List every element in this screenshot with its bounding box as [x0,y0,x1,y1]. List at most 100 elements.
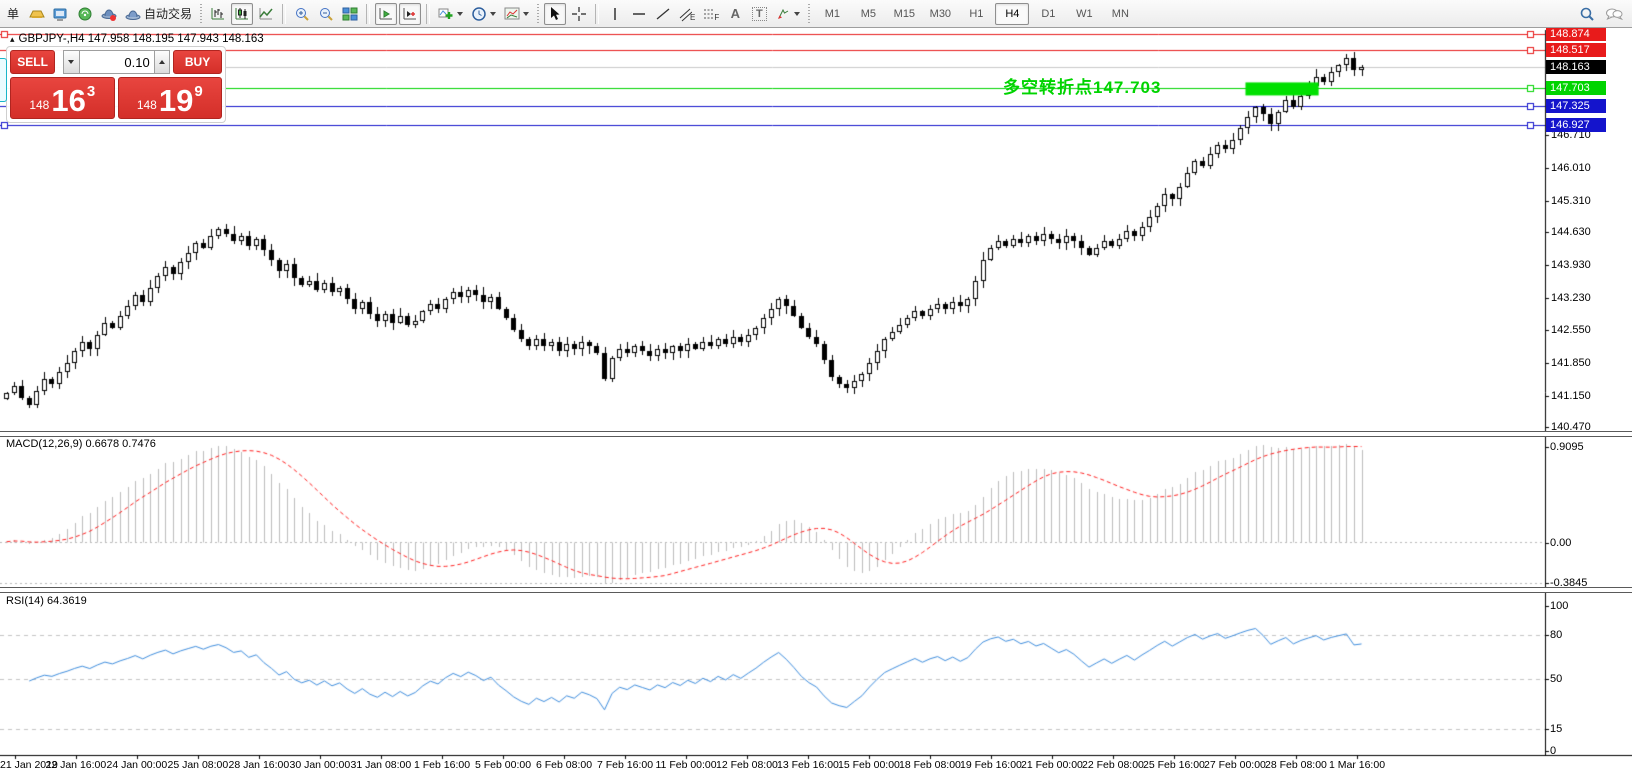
volume-increase-button[interactable] [154,50,170,74]
toolbar-separator [426,4,430,24]
time-tick-label: 1 Mar 16:00 [1329,759,1385,771]
time-tick-label: 5 Feb 00:00 [475,759,531,771]
new-order-button[interactable]: 单 [2,3,24,25]
add-indicator-icon [438,6,454,22]
crosshair-button[interactable] [568,3,590,25]
templates-button[interactable] [501,3,532,25]
search-button[interactable] [1576,3,1598,25]
trade-panel-collapse-tab[interactable] [0,58,7,102]
timeframe-button-H4[interactable]: H4 [995,3,1029,25]
timeframe-button-D1[interactable]: D1 [1031,3,1065,25]
autotrade-button[interactable]: 自动交易 [122,3,195,25]
timeframe-button-H1[interactable]: H1 [959,3,993,25]
vertical-line-button[interactable] [604,3,626,25]
time-tick-label: 13 Feb 16:00 [777,759,839,771]
macd-tick-label: 0.00 [1550,537,1571,549]
arrows-tool-button[interactable] [772,3,803,25]
timeframe-button-M15[interactable]: M15 [887,3,921,25]
equidistant-channel-button[interactable]: E [676,3,698,25]
indicators-button[interactable] [435,3,466,25]
fibonacci-button[interactable]: F [700,3,722,25]
dropdown-caret [490,12,496,16]
gold-symbol-button[interactable] [26,3,48,25]
tile-windows-icon [342,6,358,22]
panel-splitter-macd[interactable] [0,431,1632,437]
zoom-out-button[interactable] [315,3,337,25]
zoom-in-button[interactable] [291,3,313,25]
sell-price-big: 16 [51,86,85,116]
time-tick-label: 15 Feb 00:00 [838,759,900,771]
trendline-button[interactable] [652,3,674,25]
buy-button[interactable]: BUY [173,50,222,74]
time-tick-label: 31 Jan 08:00 [351,759,412,771]
sell-price-prefix: 148 [29,98,49,112]
sell-price-box[interactable]: 148 16 3 [10,77,115,119]
text-tool-glyph: A [731,6,740,21]
toolbar-grip[interactable] [536,4,540,24]
timeframe-button-M5[interactable]: M5 [851,3,885,25]
panel-splitter-rsi[interactable] [0,587,1632,593]
sell-button[interactable]: SELL [10,50,55,74]
timeframe-button-M30[interactable]: M30 [923,3,957,25]
volume-decrease-button[interactable] [63,50,79,74]
macd-tick-label: 0.9095 [1550,441,1584,453]
new-order-label: 单 [7,5,19,22]
price-line-badge: 147.703 [1546,81,1606,95]
rsi-indicator-label: RSI(14) 64.3619 [6,595,87,607]
dropdown-caret [457,12,463,16]
crosshair-icon [571,6,587,22]
expert-hat-button[interactable] [98,3,120,25]
bar-chart-icon [210,6,226,22]
chart-title: ▴GBPJPY-,H4 147.958 148.195 147.943 148.… [10,33,264,45]
price-tick-label: 142.550 [1551,324,1591,336]
dropdown-caret [523,12,529,16]
price-line-badge: 147.325 [1546,99,1606,113]
periods-button[interactable] [468,3,499,25]
search-icon [1579,6,1595,22]
cursor-button[interactable] [544,3,566,25]
chevron-down-icon [68,60,74,64]
price-tick-label: 143.930 [1551,259,1591,271]
terminal-icon [53,6,69,22]
autoscroll-button[interactable] [375,3,397,25]
time-tick-label: 25 Jan 08:00 [168,759,229,771]
bar-chart-button[interactable] [207,3,229,25]
time-tick-label: 22 Jan 16:00 [46,759,107,771]
horizontal-line-button[interactable] [628,3,650,25]
candlestick-chart-button[interactable] [231,3,253,25]
pivot-annotation-text[interactable]: 多空转折点147.703 [1003,73,1161,98]
tile-windows-button[interactable] [339,3,361,25]
autotrade-hat-icon [125,6,141,22]
timeframe-button-M1[interactable]: M1 [815,3,849,25]
buy-price-box[interactable]: 148 19 9 [118,77,223,119]
toolbar-grip[interactable] [199,4,203,24]
autotrade-label: 自动交易 [144,5,192,22]
chat-icon [1605,6,1623,22]
buy-price-prefix: 148 [137,98,157,112]
signal-button[interactable] [74,3,96,25]
cursor-icon [547,6,563,22]
time-tick-label: 18 Feb 08:00 [899,759,961,771]
toolbar-grip[interactable] [807,4,811,24]
line-chart-button[interactable] [255,3,277,25]
chart-canvas[interactable] [0,0,1632,774]
mt4-window: { "toolbar": { "new_order_label": "单", "… [0,0,1632,774]
timeframe-button-W1[interactable]: W1 [1067,3,1101,25]
zoom-in-icon [294,6,310,22]
macd-indicator-label: MACD(12,26,9) 0.6678 0.7476 [6,438,156,450]
arrows-icon [775,6,791,22]
time-tick-label: 19 Feb 16:00 [960,759,1022,771]
chat-button[interactable] [1602,3,1626,25]
price-tick-label: 143.230 [1551,292,1591,304]
buy-price-big: 19 [159,86,193,116]
text-tool-button[interactable]: A [724,3,746,25]
time-tick-label: 6 Feb 08:00 [536,759,592,771]
price-line-badge: 148.517 [1546,43,1606,57]
autoscroll-icon [378,6,394,22]
chart-shift-button[interactable] [399,3,421,25]
time-tick-label: 7 Feb 16:00 [597,759,653,771]
timeframe-button-MN[interactable]: MN [1103,3,1137,25]
text-label-button[interactable]: T [748,3,770,25]
terminal-button[interactable] [50,3,72,25]
volume-input[interactable] [80,50,154,74]
